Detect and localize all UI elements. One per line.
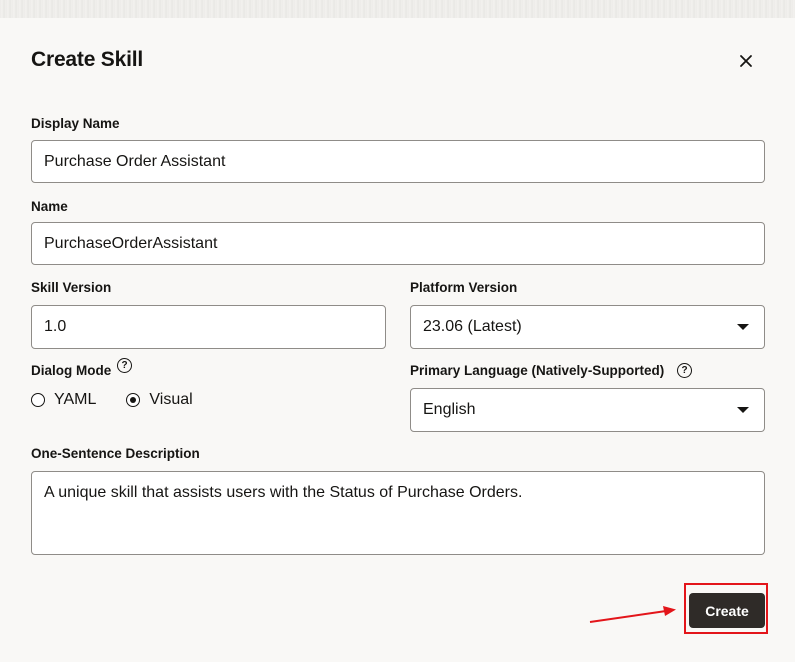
name-label: Name — [31, 199, 68, 214]
radio-visual-label: Visual — [149, 391, 193, 408]
close-button[interactable] — [733, 48, 759, 74]
dialog-mode-help-icon[interactable]: ? — [117, 358, 132, 373]
annotation-arrow-icon — [589, 606, 676, 623]
radio-yaml[interactable]: YAML — [31, 391, 96, 409]
platform-version-label: Platform Version — [410, 280, 518, 295]
background-texture — [0, 0, 795, 18]
name-field[interactable]: PurchaseOrderAssistant — [31, 222, 765, 265]
chevron-down-icon — [737, 324, 749, 330]
radio-unchecked-icon — [31, 393, 45, 407]
description-label: One-Sentence Description — [31, 446, 200, 461]
close-icon — [740, 55, 752, 67]
name-value: PurchaseOrderAssistant — [44, 234, 218, 252]
dialog-mode-radio-group: YAML Visual — [31, 391, 223, 409]
skill-version-value: 1.0 — [44, 318, 67, 335]
primary-language-select[interactable]: English — [410, 388, 765, 432]
skill-version-label: Skill Version — [31, 280, 112, 295]
create-button[interactable]: Create — [689, 593, 765, 628]
display-name-field[interactable]: Purchase Order Assistant — [31, 140, 765, 183]
description-textarea[interactable]: A unique skill that assists users with t… — [31, 471, 765, 555]
dialog-mode-label: Dialog Mode — [31, 363, 112, 378]
dialog-title: Create Skill — [31, 48, 143, 71]
display-name-value: Purchase Order Assistant — [44, 152, 226, 170]
platform-version-select[interactable]: 23.06 (Latest) — [410, 305, 765, 349]
primary-language-help-icon[interactable]: ? — [677, 363, 692, 378]
create-skill-dialog: Create Skill Display Name Purchase Order… — [0, 18, 795, 662]
primary-language-value: English — [423, 401, 476, 418]
radio-visual[interactable]: Visual — [126, 391, 193, 409]
primary-language-label: Primary Language (Natively-Supported) — [410, 363, 665, 378]
radio-yaml-label: YAML — [54, 391, 97, 408]
description-value: A unique skill that assists users with t… — [44, 484, 523, 501]
radio-checked-icon — [126, 393, 141, 407]
skill-version-field[interactable]: 1.0 — [31, 305, 386, 349]
platform-version-value: 23.06 (Latest) — [423, 318, 522, 335]
chevron-down-icon — [737, 407, 749, 413]
display-name-label: Display Name — [31, 116, 120, 131]
